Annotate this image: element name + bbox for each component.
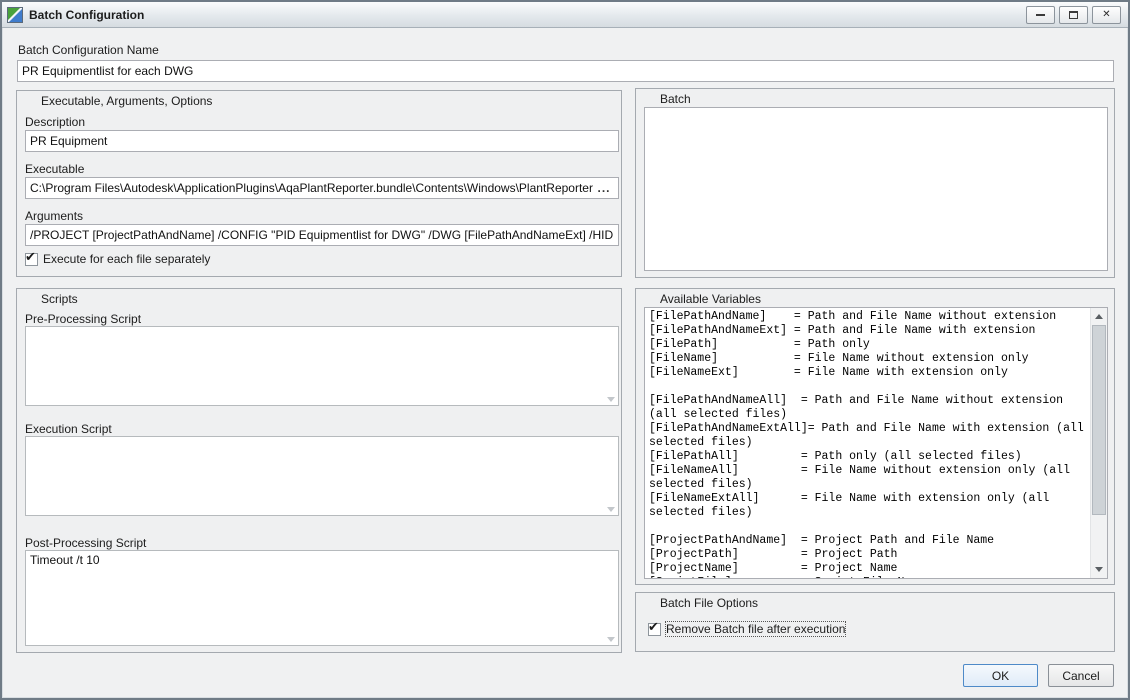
maximize-button[interactable] [1059,6,1088,24]
scrollbar-thumb[interactable] [1092,325,1106,515]
scroll-down-button[interactable] [1091,561,1107,578]
execute-separately-checkbox[interactable]: ✔ Execute for each file separately [25,252,210,266]
post-processing-script-label: Post-Processing Script [25,536,146,550]
variables-text: [FilePathAndName] = Path and File Name w… [649,310,1087,578]
ellipsis-icon: ... [597,181,610,195]
batch-group: Batch [635,88,1115,278]
check-icon: ✔ [648,619,659,635]
description-input[interactable] [25,130,619,152]
execution-script-input[interactable] [25,436,619,516]
ok-button[interactable]: OK [963,664,1038,687]
minimize-icon [1036,14,1045,16]
batch-group-title: Batch [660,92,691,106]
variables-scrollbar[interactable] [1090,308,1107,578]
window-title: Batch Configuration [29,8,144,22]
available-variables-list[interactable]: [FilePathAndName] = Path and File Name w… [644,307,1108,579]
available-variables-group-title: Available Variables [660,292,761,306]
post-processing-script-input[interactable]: Timeout /t 10 [25,550,619,646]
remove-batch-file-checkbox[interactable]: ✔ Remove Batch file after execution [648,622,845,636]
cancel-button[interactable]: Cancel [1048,664,1114,687]
execute-separately-label: Execute for each file separately [43,252,210,266]
checkbox-box: ✔ [648,623,661,636]
window-controls: ✕ [1026,6,1123,24]
arguments-input[interactable] [25,224,619,246]
scroll-down-icon [607,397,615,402]
arrow-down-icon [1095,567,1103,572]
arguments-label: Arguments [25,209,83,223]
scroll-down-icon [607,637,615,642]
close-icon: ✕ [1102,10,1110,20]
pre-processing-script-input[interactable] [25,326,619,406]
scripts-group: Scripts Pre-Processing Script Execution … [16,288,622,653]
executable-path-input[interactable] [25,177,619,199]
batch-file-options-group-title: Batch File Options [660,596,758,610]
batch-configuration-name-label: Batch Configuration Name [18,43,159,57]
executable-label: Executable [25,162,84,176]
remove-batch-file-label: Remove Batch file after execution [666,622,845,636]
batch-configuration-name-input[interactable] [17,60,1114,82]
close-button[interactable]: ✕ [1092,6,1121,24]
pre-processing-script-area [25,326,619,406]
maximize-icon [1069,11,1078,19]
browse-executable-button[interactable]: ... [593,179,615,197]
batch-preview-box[interactable] [644,107,1108,271]
pre-processing-script-label: Pre-Processing Script [25,312,141,326]
scroll-down-icon [607,507,615,512]
scroll-up-button[interactable] [1091,308,1107,325]
execution-script-label: Execution Script [25,422,112,436]
app-icon[interactable] [7,7,23,23]
checkbox-box: ✔ [25,253,38,266]
executable-group-title: Executable, Arguments, Options [41,94,212,108]
minimize-button[interactable] [1026,6,1055,24]
execution-script-area [25,436,619,516]
post-processing-script-area: Timeout /t 10 [25,550,619,646]
arrow-up-icon [1095,314,1103,319]
scripts-group-title: Scripts [41,292,78,306]
batch-configuration-window: Batch Configuration ✕ Batch Configuratio… [0,0,1130,700]
title-bar[interactable]: Batch Configuration ✕ [2,2,1128,28]
description-label: Description [25,115,85,129]
check-icon: ✔ [25,249,36,265]
executable-group: Executable, Arguments, Options Descripti… [16,90,622,277]
available-variables-group: Available Variables [FilePathAndName] = … [635,288,1115,585]
batch-file-options-group: Batch File Options ✔ Remove Batch file a… [635,592,1115,652]
